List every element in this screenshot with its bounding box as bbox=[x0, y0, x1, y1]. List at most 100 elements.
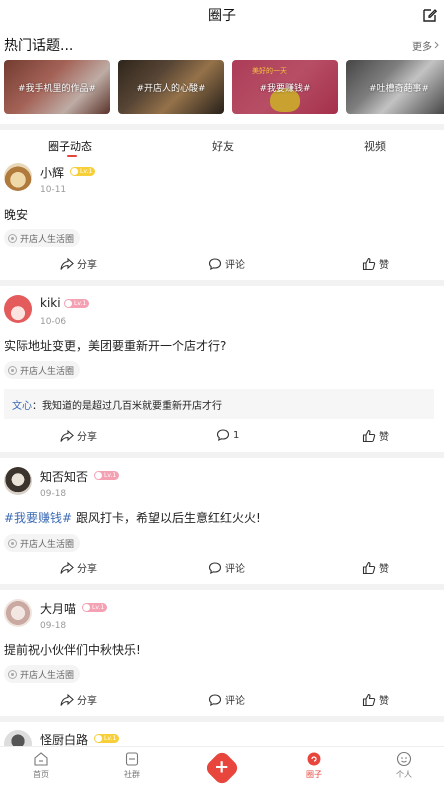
circle-tag-icon bbox=[8, 233, 17, 243]
share-label: 分享 bbox=[77, 696, 97, 707]
community-icon bbox=[125, 752, 139, 766]
post-content: 晚安 bbox=[4, 208, 29, 222]
share-label: 分享 bbox=[77, 260, 97, 271]
post-actions: 分享 评论 赞 bbox=[0, 692, 444, 712]
circle-tag-label: 开店人生活圈 bbox=[20, 234, 75, 245]
profile-icon bbox=[396, 751, 412, 767]
badge-label: Lv.1 bbox=[104, 472, 117, 479]
circle-tag-icon bbox=[8, 365, 17, 375]
circle-tag[interactable]: 开店人生活圈 bbox=[4, 361, 81, 379]
avatar[interactable] bbox=[4, 599, 32, 627]
bottom-nav: 首页 社群 + 圈子 个人 bbox=[0, 746, 444, 786]
circle-tag[interactable]: 开店人生活圈 bbox=[4, 229, 81, 247]
comment-button[interactable]: 评论 bbox=[208, 256, 245, 271]
topic-label: #开店人的心酸# bbox=[136, 83, 206, 94]
post-content: 实际地址变更，美团要重新开一个店才行? bbox=[4, 339, 227, 353]
avatar[interactable] bbox=[4, 467, 32, 495]
topic-card[interactable]: 美好的一天 #我要赚钱# bbox=[232, 60, 338, 114]
more-topics-link[interactable]: 更多 bbox=[412, 38, 440, 53]
nav-circle[interactable]: 圈子 bbox=[294, 751, 334, 780]
nav-community[interactable]: 社群 bbox=[112, 751, 152, 780]
circle-tag-icon bbox=[8, 669, 17, 679]
post-actions: 分享 评论 赞 bbox=[0, 256, 444, 276]
comment-preview[interactable]: 文心 ： 我知道的是超过几百米就要重新开店才行 bbox=[4, 389, 434, 419]
hot-topics-heading: 热门话题... bbox=[4, 38, 74, 54]
share-button[interactable]: 分享 bbox=[60, 692, 97, 707]
edit-icon[interactable] bbox=[422, 7, 438, 23]
topic-image-text: 美好的一天 bbox=[252, 67, 287, 75]
share-icon bbox=[60, 257, 74, 270]
circle-tag[interactable]: 开店人生活圈 bbox=[4, 534, 81, 552]
nav-home[interactable]: 首页 bbox=[21, 751, 61, 780]
like-button[interactable]: 赞 bbox=[362, 256, 389, 271]
home-icon bbox=[34, 752, 48, 766]
comment-icon bbox=[208, 561, 222, 574]
share-button[interactable]: 分享 bbox=[60, 560, 97, 575]
share-button[interactable]: 分享 bbox=[60, 256, 97, 271]
hot-topic-carousel[interactable]: #我手机里的作品# #开店人的心酸# 美好的一天 #我要赚钱# #吐槽奇葩事# bbox=[0, 60, 444, 116]
comment-icon bbox=[216, 429, 230, 441]
nav-label: 社群 bbox=[124, 770, 140, 779]
like-button[interactable]: 赞 bbox=[362, 692, 389, 707]
nav-profile[interactable]: 个人 bbox=[384, 751, 424, 780]
level-badge: Lv.1 bbox=[70, 167, 96, 176]
level-badge: Lv.1 bbox=[64, 299, 90, 308]
author-name[interactable]: kiki bbox=[40, 296, 61, 310]
post-date: 10-06 bbox=[40, 317, 67, 327]
share-icon bbox=[60, 693, 74, 706]
like-button[interactable]: 赞 bbox=[362, 428, 389, 443]
thumbs-up-icon bbox=[362, 693, 376, 706]
post-divider bbox=[0, 452, 444, 458]
post-content: #我要赚钱# 跟风打卡，希望以后生意红红火火! bbox=[4, 509, 261, 526]
topic-card[interactable]: #开店人的心酸# bbox=[118, 60, 224, 114]
tab-circle-feed[interactable]: 圈子动态 bbox=[48, 138, 92, 154]
post-divider bbox=[0, 280, 444, 286]
share-icon bbox=[60, 429, 74, 442]
topic-card[interactable]: #吐槽奇葩事# bbox=[346, 60, 444, 114]
comment-button[interactable]: 1 bbox=[216, 428, 239, 442]
topic-label: #我要赚钱# bbox=[259, 83, 311, 94]
topic-label: #我手机里的作品# bbox=[17, 83, 97, 94]
circle-tag-icon bbox=[8, 538, 17, 548]
level-badge: Lv.1 bbox=[94, 734, 120, 743]
active-tab-indicator bbox=[67, 155, 77, 157]
comment-icon bbox=[208, 693, 222, 706]
comment-button[interactable]: 评论 bbox=[208, 560, 245, 575]
topic-card[interactable]: #我手机里的作品# bbox=[4, 60, 110, 114]
share-label: 分享 bbox=[77, 432, 97, 443]
comment-label: 评论 bbox=[225, 260, 245, 271]
level-badge: Lv.1 bbox=[94, 471, 120, 480]
comment-text: 我知道的是超过几百米就要重新开店才行 bbox=[42, 400, 222, 412]
thumbs-up-icon bbox=[362, 429, 376, 442]
circle-icon bbox=[307, 752, 321, 766]
share-button[interactable]: 分享 bbox=[60, 428, 97, 443]
post-divider bbox=[0, 584, 444, 590]
like-label: 赞 bbox=[379, 432, 389, 443]
hot-topics-header: 热门话题... 更多 bbox=[0, 30, 444, 60]
author-name[interactable]: 小辉 bbox=[40, 164, 64, 181]
feed-tabs: 圈子动态 好友 视频 bbox=[0, 130, 444, 158]
comment-author[interactable]: 文心 bbox=[12, 397, 32, 412]
circle-tag-label: 开店人生活圈 bbox=[20, 539, 75, 550]
post-create-button[interactable]: + bbox=[203, 749, 241, 786]
comment-icon bbox=[208, 257, 222, 270]
level-badge: Lv.1 bbox=[82, 603, 108, 612]
like-button[interactable]: 赞 bbox=[362, 560, 389, 575]
circle-tag[interactable]: 开店人生活圈 bbox=[4, 665, 81, 683]
tab-video[interactable]: 视频 bbox=[364, 138, 386, 154]
post-date: 09-18 bbox=[40, 489, 67, 499]
avatar[interactable] bbox=[4, 163, 32, 191]
author-name[interactable]: 知否知否 bbox=[40, 468, 88, 485]
title-bar: 圈子 bbox=[0, 0, 444, 30]
thumbs-up-icon bbox=[362, 561, 376, 574]
author-name[interactable]: 大月喵 bbox=[40, 600, 76, 617]
comment-label: 评论 bbox=[225, 696, 245, 707]
post-hashtag[interactable]: #我要赚钱# bbox=[4, 511, 72, 525]
comment-button[interactable]: 评论 bbox=[208, 692, 245, 707]
nav-label: 圈子 bbox=[306, 770, 322, 779]
plus-icon: + bbox=[214, 757, 230, 778]
tab-friends[interactable]: 好友 bbox=[212, 138, 234, 154]
avatar[interactable] bbox=[4, 295, 32, 323]
topic-label: #吐槽奇葩事# bbox=[368, 83, 430, 94]
chevron-right-icon bbox=[434, 41, 439, 49]
